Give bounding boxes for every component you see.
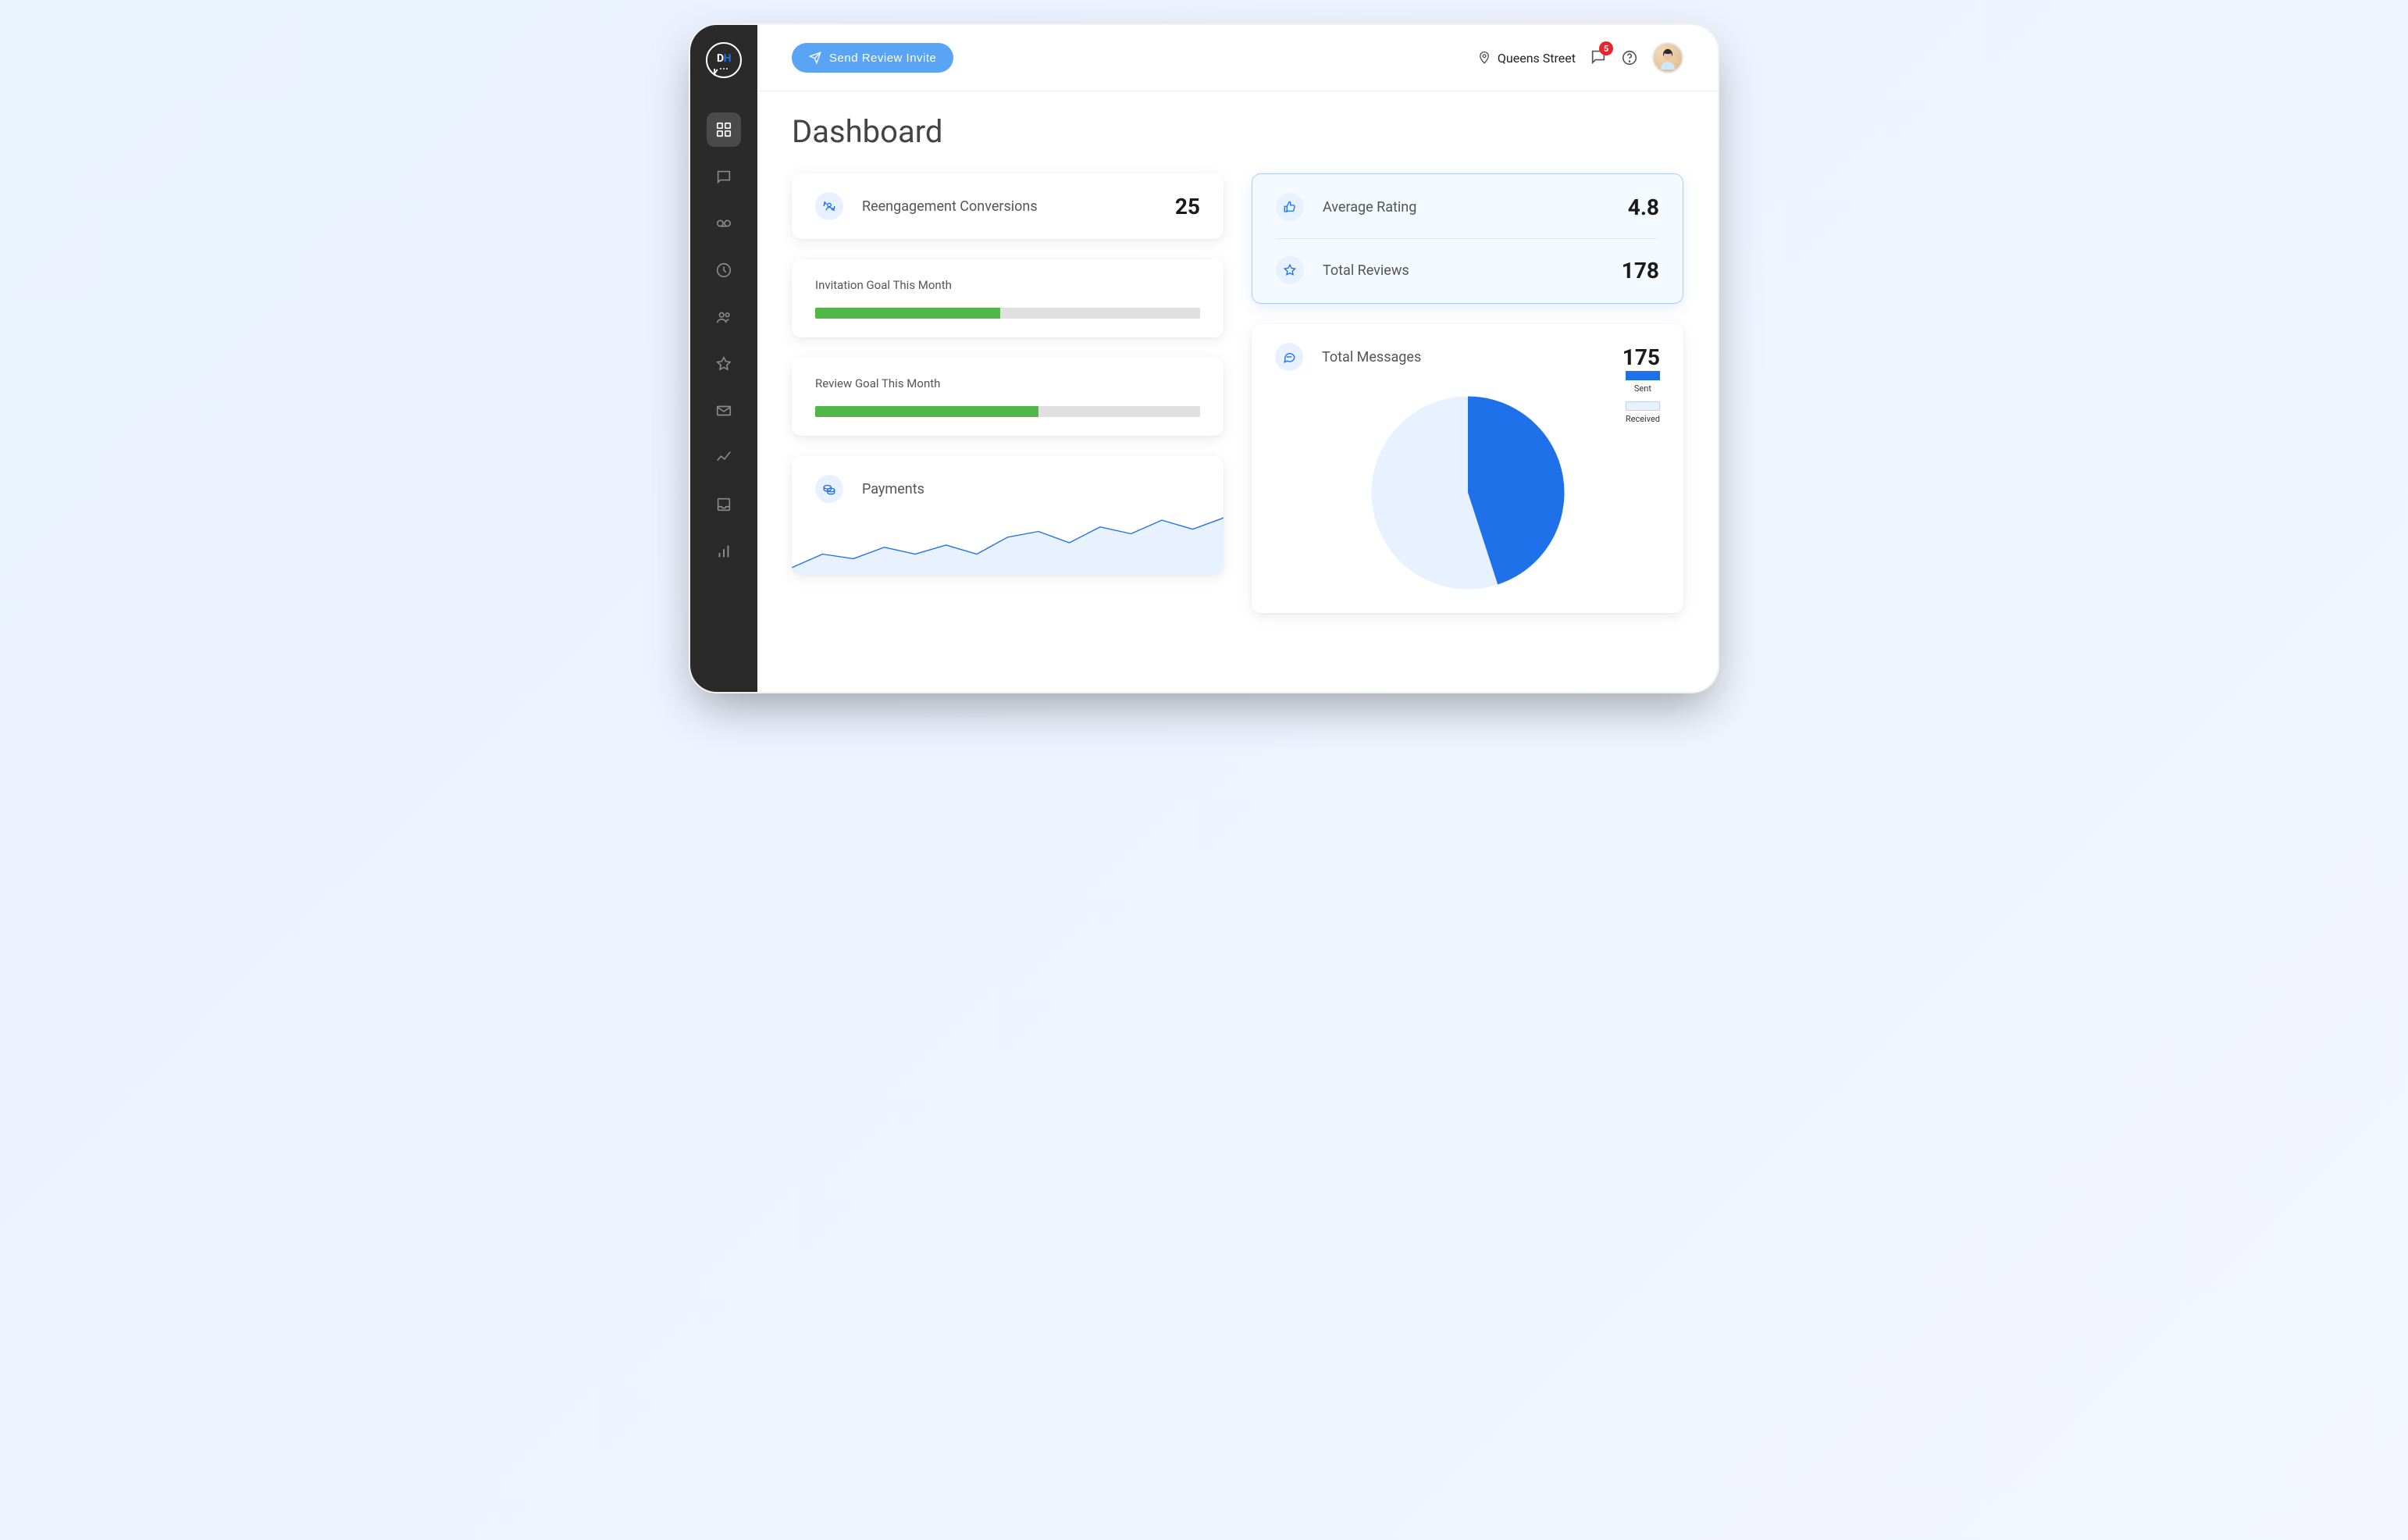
legend-label-sent: Sent [1634,383,1651,394]
refresh-user-icon [822,199,836,213]
nav-inbox[interactable] [707,487,741,522]
total-messages-value: 175 [1623,344,1660,370]
star-icon [715,355,732,373]
app-window: DH [689,23,1719,693]
total-reviews-icon [1276,256,1304,284]
notifications-button[interactable]: 5 [1590,48,1607,68]
invitation-goal-card: Invitation Goal This Month [792,259,1224,337]
page-title: Dashboard [792,113,1683,150]
thumbs-up-icon [1283,200,1297,214]
total-reviews-value: 178 [1622,258,1659,283]
reengagement-label: Reengagement Conversions [862,198,1175,215]
payments-card: Payments [792,456,1224,575]
nav-email[interactable] [707,394,741,428]
review-goal-progress [815,406,1200,417]
inbox-icon [715,496,732,513]
payments-label: Payments [862,481,1200,497]
payments-sparkline [792,512,1224,575]
voicemail-icon [715,215,732,232]
payments-icon [815,475,843,503]
coins-icon [822,482,836,496]
nav-messages[interactable] [707,159,741,194]
grid-icon [715,121,732,138]
avg-rating-value: 4.8 [1628,194,1659,220]
nav-reports[interactable] [707,534,741,569]
nav-voicemail[interactable] [707,206,741,241]
logo[interactable]: DH [706,42,742,78]
bar-chart-icon [715,543,732,560]
avg-rating-icon [1276,193,1304,221]
pin-icon [1477,51,1491,65]
paper-plane-icon [809,52,821,64]
avg-rating-label: Average Rating [1323,199,1628,216]
sidebar: DH [690,25,757,692]
help-icon[interactable] [1621,49,1638,66]
send-review-invite-label: Send Review Invite [829,52,936,65]
users-icon [715,308,732,326]
legend-label-received: Received [1626,414,1660,424]
reengagement-icon [815,192,843,220]
total-reviews-label: Total Reviews [1323,262,1622,279]
nav-contacts[interactable] [707,300,741,334]
avatar-image [1656,46,1680,70]
reengagement-value: 25 [1175,194,1200,219]
clock-icon [715,262,732,279]
star-outline-icon [1283,263,1297,277]
location-label: Queens Street [1498,51,1576,66]
nav-history[interactable] [707,253,741,287]
notifications-badge: 5 [1599,41,1613,55]
nav-analytics[interactable] [707,440,741,475]
ratings-card: Average Rating 4.8 Total Reviews 178 [1252,173,1683,304]
reengagement-card: Reengagement Conversions 25 [792,173,1224,239]
location-selector[interactable]: Queens Street [1477,51,1576,66]
avatar[interactable] [1652,42,1683,73]
review-goal-label: Review Goal This Month [815,376,1200,390]
messages-legend: Sent Received [1626,371,1660,424]
send-review-invite-button[interactable]: Send Review Invite [792,43,953,73]
legend-swatch-sent [1626,371,1660,380]
total-messages-label: Total Messages [1322,349,1623,365]
review-goal-card: Review Goal This Month [792,358,1224,436]
invitation-goal-progress [815,308,1200,319]
total-messages-card: Total Messages 175 Sent [1252,324,1683,613]
topbar: Send Review Invite Queens Street 5 [757,25,1718,91]
nav-reviews[interactable] [707,347,741,381]
legend-swatch-received [1626,401,1660,411]
total-messages-icon [1275,343,1303,371]
mail-icon [715,402,732,419]
messages-pie-chart [1366,391,1569,594]
message-icon [715,168,732,185]
nav-dashboard[interactable] [707,112,741,147]
invitation-goal-label: Invitation Goal This Month [815,278,1200,292]
line-chart-icon [715,449,732,466]
chat-bubble-icon [1282,350,1296,364]
